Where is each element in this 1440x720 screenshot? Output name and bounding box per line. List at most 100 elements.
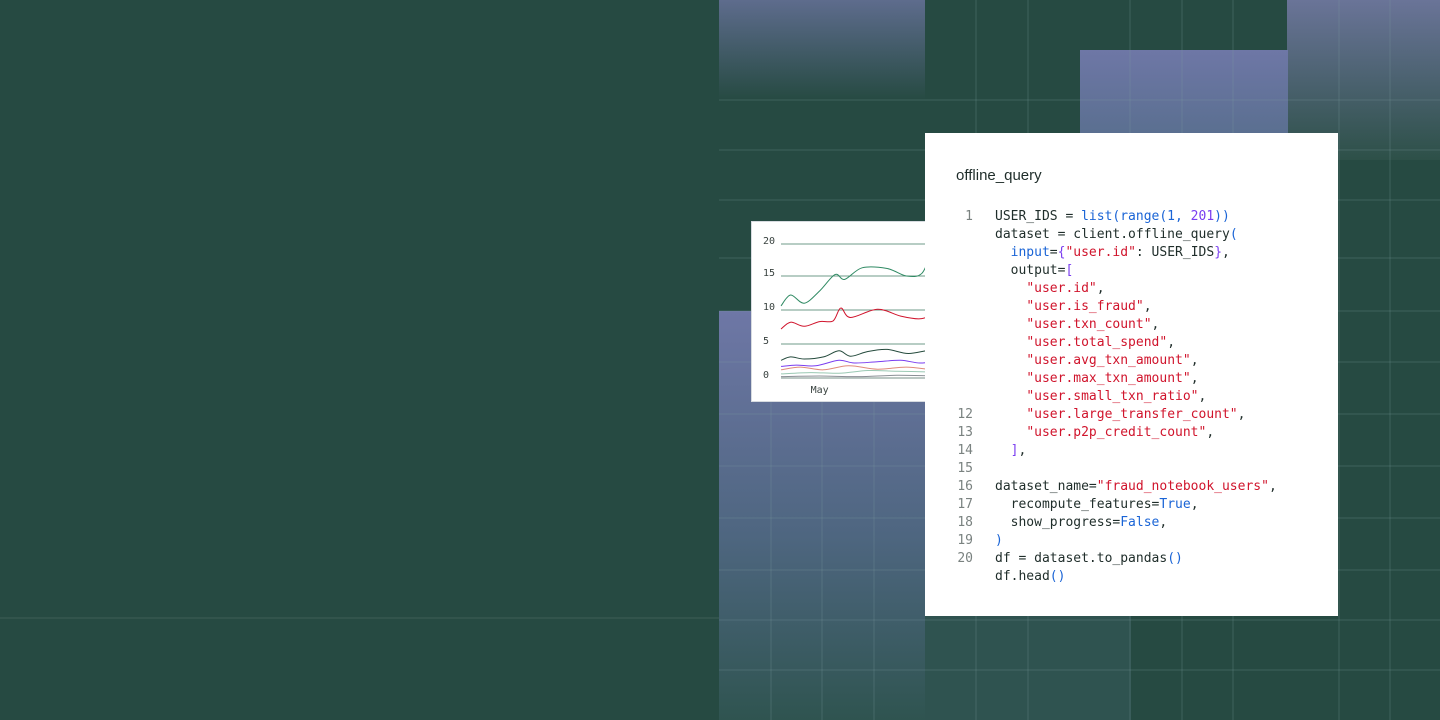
line-number: 20	[957, 551, 973, 566]
code-token: ,	[1206, 425, 1215, 440]
code-text: "user.large_transfer_count",	[995, 406, 1245, 424]
line-number: 12	[957, 407, 973, 422]
code-panel: offline_query 1 USER_IDS = list(range(1, …	[925, 133, 1338, 616]
code-token: "user.id"	[1026, 281, 1097, 296]
code-token: input	[1010, 245, 1050, 260]
code-line: 1 USER_IDS = list(range(1, 201))	[925, 208, 1338, 226]
code-token: output=	[995, 263, 1066, 278]
code-token: True	[1159, 497, 1191, 512]
code-token: ,	[1268, 479, 1277, 494]
code-line: 13 "user.p2p_credit_count",	[925, 424, 1338, 442]
y-tick-label: 5	[763, 336, 769, 347]
code-token: ,	[1018, 443, 1027, 458]
code-token: ,	[1190, 353, 1199, 368]
y-tick-label: 0	[763, 370, 769, 381]
code-token: ,	[1222, 245, 1230, 260]
code-line: dataset = client.offline_query(	[925, 226, 1338, 244]
code-text: "user.is_fraud",	[995, 298, 1152, 316]
code-text: df.head()	[995, 568, 1065, 586]
code-text: "user.p2p_credit_count",	[995, 424, 1214, 442]
code-token: "user.max_txn_amount"	[1026, 371, 1191, 386]
code-token: ,	[1198, 389, 1207, 404]
line-number: 1	[965, 209, 973, 224]
code-text: input={"user.id": USER_IDS},	[995, 244, 1230, 262]
code-line: "user.small_txn_ratio",	[925, 388, 1338, 406]
code-line: 20 df = dataset.to_pandas()	[925, 550, 1338, 568]
code-token: ,	[1143, 299, 1152, 314]
code-line: "user.id",	[925, 280, 1338, 298]
code-line: "user.avg_txn_amount",	[925, 352, 1338, 370]
code-token: "user.is_fraud"	[1026, 299, 1144, 314]
code-line: 19)	[925, 532, 1338, 550]
y-tick-label: 15	[763, 268, 775, 279]
code-text: "user.txn_count",	[995, 316, 1159, 334]
code-token: ,	[1167, 335, 1176, 350]
code-token: "fraud_notebook_users"	[1096, 479, 1269, 494]
code-token: recompute_features=	[995, 497, 1160, 512]
code-token: "user.small_txn_ratio"	[1026, 389, 1199, 404]
code-token: show_progress=	[995, 515, 1121, 530]
code-token: "user.large_transfer_count"	[1026, 407, 1238, 422]
code-line: 16 dataset_name="fraud_notebook_users",	[925, 478, 1338, 496]
line-number: 13	[957, 425, 973, 440]
code-token: ,	[1190, 371, 1199, 386]
line-number: 18	[957, 515, 973, 530]
code-token: df = dataset.to_pandas	[995, 551, 1168, 566]
code-line: output=[	[925, 262, 1338, 280]
line-number: 15	[957, 461, 973, 476]
code-token: ,	[1190, 497, 1199, 512]
code-text: recompute_features=True,	[995, 496, 1199, 514]
code-line: 14 ],	[925, 442, 1338, 460]
bg-block	[1080, 50, 1288, 135]
code-token: "user.avg_txn_amount"	[1026, 353, 1191, 368]
code-line: 18 show_progress=False,	[925, 514, 1338, 532]
code-token: ()	[1167, 551, 1183, 566]
code-token: dataset_name=	[995, 479, 1097, 494]
code-token: USER_IDS =	[995, 209, 1082, 224]
code-line: "user.txn_count",	[925, 316, 1338, 334]
code-token: ,	[1159, 515, 1168, 530]
code-line: "user.max_txn_amount",	[925, 370, 1338, 388]
code-text: dataset = client.offline_query(	[995, 226, 1238, 244]
line-number: 14	[957, 443, 973, 458]
code-line: 15	[925, 460, 1338, 478]
code-token: ,	[1096, 281, 1105, 296]
code-token: "user.id"	[1065, 245, 1136, 260]
code-token: df.head	[995, 569, 1050, 584]
code-token: ))	[1214, 209, 1230, 224]
code-token: ,	[1237, 407, 1246, 422]
code-block: 1 USER_IDS = list(range(1, 201)) dataset =…	[925, 208, 1338, 586]
code-text: df = dataset.to_pandas()	[995, 550, 1183, 568]
code-text: "user.id",	[995, 280, 1105, 298]
code-token: [	[1065, 263, 1074, 278]
code-token: (	[1229, 227, 1238, 242]
code-text: "user.total_spend",	[995, 334, 1175, 352]
line-number: 19	[957, 533, 973, 548]
panel-title: offline_query	[956, 167, 1042, 184]
x-tick-label: May	[811, 385, 829, 396]
line-number: 17	[957, 497, 973, 512]
code-token: }	[1214, 245, 1223, 260]
code-token: )	[995, 533, 1003, 548]
code-token: "user.p2p_credit_count"	[1026, 425, 1207, 440]
code-token: list(range(1,	[1081, 209, 1191, 224]
code-line: df.head()	[925, 568, 1338, 586]
code-text: output=[	[995, 262, 1074, 280]
code-text: ],	[995, 442, 1027, 460]
line-number: 16	[957, 479, 973, 494]
code-text: "user.avg_txn_amount",	[995, 352, 1199, 370]
code-line: "user.total_spend",	[925, 334, 1338, 352]
code-text: "user.max_txn_amount",	[995, 370, 1199, 388]
code-text: "user.small_txn_ratio",	[995, 388, 1206, 406]
code-token: 201	[1190, 209, 1215, 224]
code-line: 12 "user.large_transfer_count",	[925, 406, 1338, 424]
